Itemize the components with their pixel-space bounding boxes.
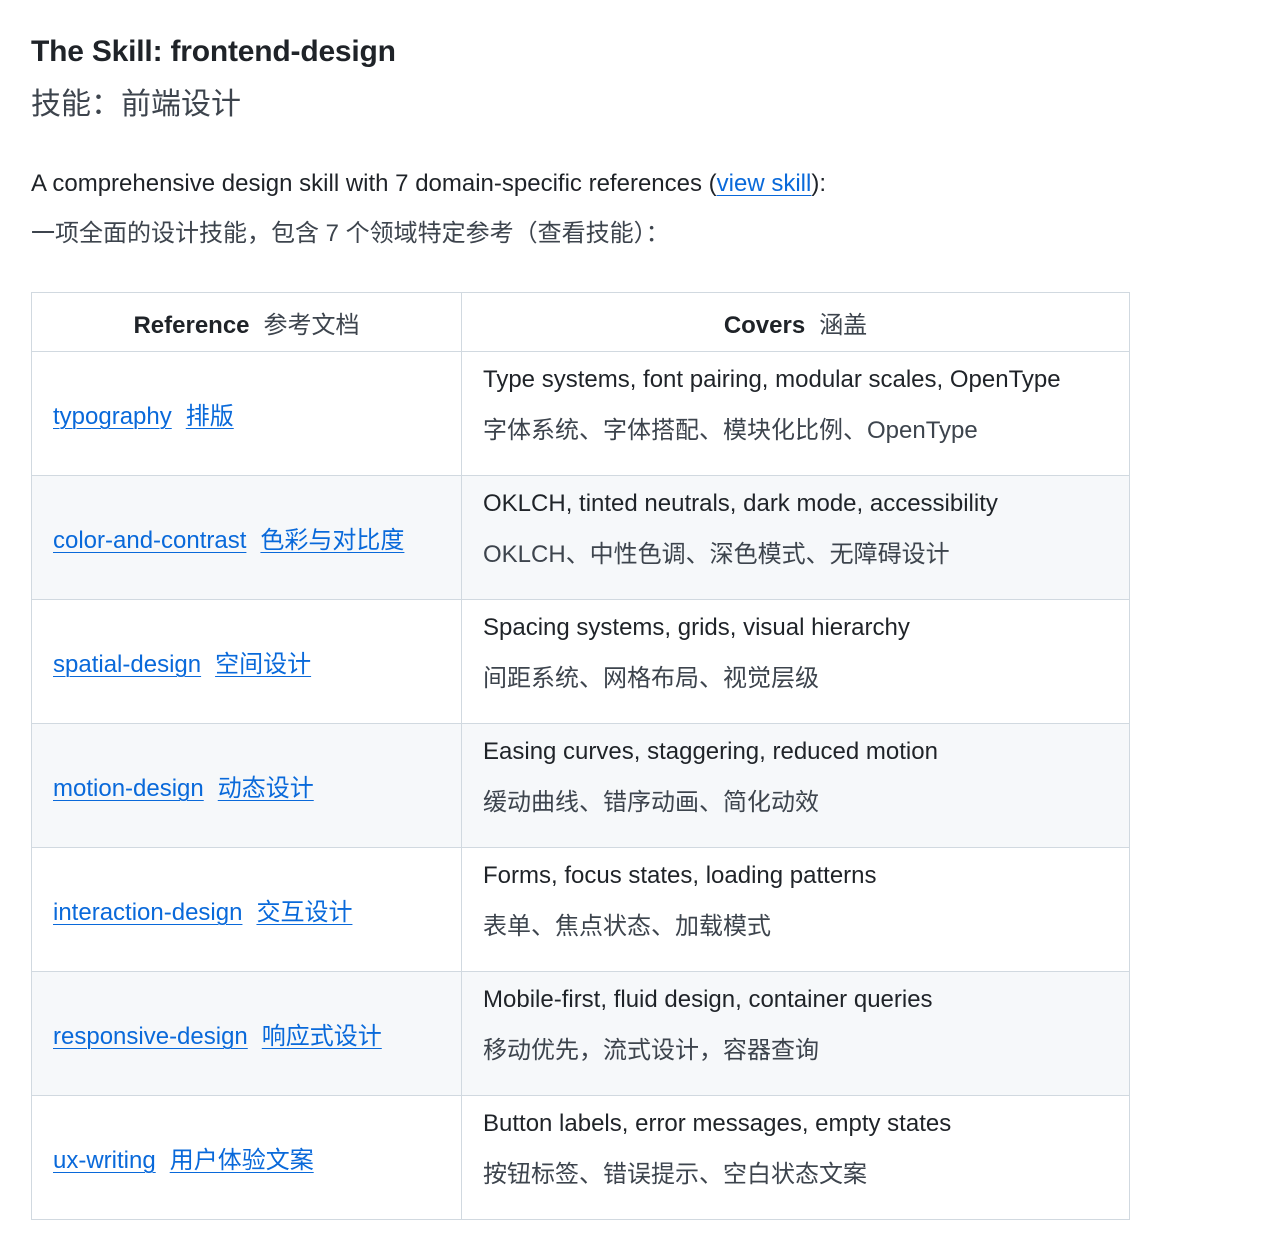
covers-cell: Button labels, error messages, empty sta… [461,1095,1130,1220]
covers-text: OKLCH, tinted neutrals, dark mode, acces… [483,490,998,517]
reference-link-label-zh: 交互设计 [256,899,353,926]
header-covers-label-zh: 涵盖 [819,311,868,339]
covers-text-zh: 字体系统、字体搭配、模块化比例、OpenType [483,417,978,444]
table-row: spatial-design 空间设计 Spacing systems, grids… [31,599,1130,724]
covers-text: Easing curves, staggering, reduced motio… [483,738,938,765]
covers-text-zh: 移动优先，流式设计，容器查询 [483,1037,819,1064]
covers-text-zh: 表单、焦点状态、加载模式 [483,913,771,940]
covers-cell: Spacing systems, grids, visual hierarchy… [461,599,1130,724]
reference-link-motion-design[interactable]: motion-design 动态设计 [53,775,314,802]
header-reference-label: Reference [133,311,250,339]
reference-cell: typography 排版 [31,351,462,476]
reference-link-label: typography [53,403,172,430]
reference-link-label-zh: 动态设计 [217,775,314,802]
reference-link-ux-writing[interactable]: ux-writing 用户体验文案 [53,1147,314,1174]
covers-text: Forms, focus states, loading patterns [483,862,877,889]
covers-text: Button labels, error messages, empty sta… [483,1110,952,1137]
covers-text-zh: 间距系统、网格布局、视觉层级 [483,665,819,692]
page-subtitle-zh: 技能：前端设计 [31,88,241,121]
reference-link-color-and-contrast[interactable]: color-and-contrast 色彩与对比度 [53,527,404,554]
reference-link-label: responsive-design [53,1023,248,1050]
table-header-row: Reference 参考文档 Covers 涵盖 [31,292,1130,352]
reference-link-responsive-design[interactable]: responsive-design 响应式设计 [53,1023,382,1050]
covers-text-zh: OKLCH、中性色调、深色模式、无障碍设计 [483,541,950,568]
reference-link-label-zh: 空间设计 [215,651,312,678]
header-covers-label: Covers [723,311,806,339]
table-row: motion-design 动态设计 Easing curves, staggeri… [31,723,1130,848]
covers-cell: Easing curves, staggering, reduced motio… [461,723,1130,848]
table-row: typography 排版 Type systems, font pairing, … [31,351,1130,476]
reference-link-label: interaction-design [53,899,243,926]
reference-link-typography[interactable]: typography 排版 [53,403,234,430]
reference-link-label-zh: 排版 [185,403,234,430]
reference-link-label: spatial-design [53,651,202,678]
reference-link-label: color-and-contrast [53,527,247,554]
intro-text-after: ): [811,170,826,197]
reference-cell: responsive-design 响应式设计 [31,971,462,1096]
header-covers: Covers 涵盖 [461,292,1130,352]
header-reference: Reference 参考文档 [31,292,462,352]
intro-paragraph: A comprehensive design skill with 7 doma… [31,168,826,200]
reference-link-label-zh: 响应式设计 [261,1023,382,1050]
reference-cell: color-and-contrast 色彩与对比度 [31,475,462,600]
reference-cell: motion-design 动态设计 [31,723,462,848]
reference-link-spatial-design[interactable]: spatial-design 空间设计 [53,651,311,678]
covers-text: Mobile-first, fluid design, container qu… [483,986,933,1013]
reference-cell: ux-writing 用户体验文案 [31,1095,462,1220]
reference-link-label-zh: 色彩与对比度 [260,527,405,554]
table-row: color-and-contrast 色彩与对比度 OKLCH, tinted ne… [31,475,1130,600]
reference-link-interaction-design[interactable]: interaction-design 交互设计 [53,899,352,926]
reference-cell: interaction-design 交互设计 [31,847,462,972]
covers-cell: Type systems, font pairing, modular scal… [461,351,1130,476]
table-row: ux-writing 用户体验文案 Button labels, error mes… [31,1095,1130,1220]
references-table: Reference 参考文档 Covers 涵盖 typography 排版 Type … [31,292,1130,1220]
reference-link-label: ux-writing [53,1147,156,1174]
reference-cell: spatial-design 空间设计 [31,599,462,724]
covers-cell: OKLCH, tinted neutrals, dark mode, acces… [461,475,1130,600]
reference-link-label: motion-design [53,775,204,802]
intro-paragraph-zh: 一项全面的设计技能，包含 7 个领域特定参考（查看技能）： [31,220,670,247]
header-reference-label-zh: 参考文档 [263,311,360,339]
covers-cell: Forms, focus states, loading patterns 表单、… [461,847,1130,972]
covers-text: Type systems, font pairing, modular scal… [483,366,1061,393]
reference-link-label-zh: 用户体验文案 [169,1147,314,1174]
covers-text-zh: 缓动曲线、错序动画、简化动效 [483,789,819,816]
page-title: The Skill: frontend-design [31,35,396,68]
table-row: interaction-design 交互设计 Forms, focus state… [31,847,1130,972]
view-skill-link[interactable]: view skill [717,170,812,197]
covers-text: Spacing systems, grids, visual hierarchy [483,614,910,641]
covers-text-zh: 按钮标签、错误提示、空白状态文案 [483,1161,867,1188]
table-row: responsive-design 响应式设计 Mobile-first, flui… [31,971,1130,1096]
intro-text-before: A comprehensive design skill with 7 doma… [31,170,717,197]
covers-cell: Mobile-first, fluid design, container qu… [461,971,1130,1096]
